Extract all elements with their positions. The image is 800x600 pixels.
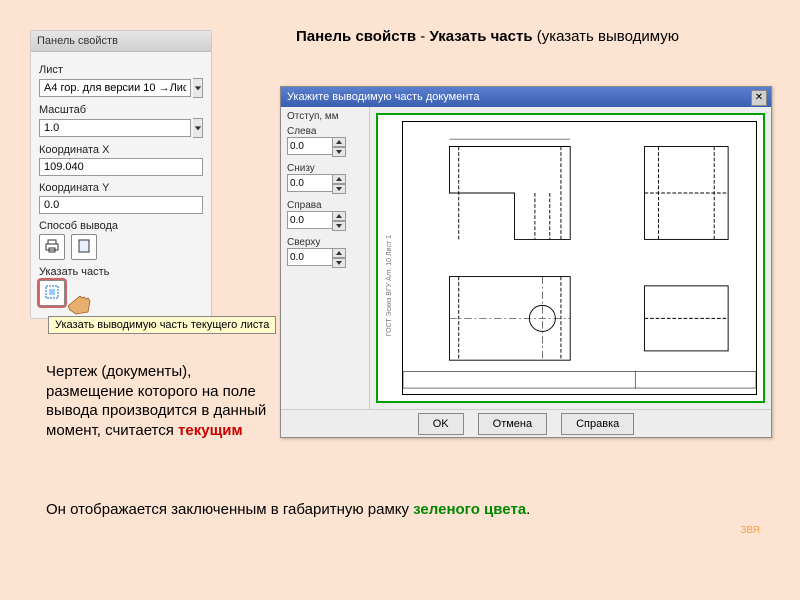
pick-part-dialog: Укажите выводимую часть документа ✕ Отст… <box>280 86 772 438</box>
label-scale: Масштаб <box>39 104 203 116</box>
sheet-dropdown-button[interactable] <box>193 78 203 98</box>
ok-button[interactable]: OK <box>418 413 464 435</box>
page-icon <box>76 238 92 257</box>
properties-panel: Панель свойств Лист Масштаб Координата X… <box>30 30 212 319</box>
scale-dropdown-button[interactable] <box>193 118 203 138</box>
margin-right-input[interactable] <box>287 211 333 229</box>
pick-part-button[interactable] <box>39 280 65 306</box>
label-sheet: Лист <box>39 64 203 76</box>
margin-right-up[interactable] <box>332 211 346 221</box>
properties-panel-title: Панель свойств <box>31 31 211 52</box>
coord-y-input[interactable] <box>39 196 203 214</box>
heading-bold2: Указать часть <box>429 28 532 45</box>
margin-top-down[interactable] <box>332 258 346 268</box>
margin-right-down[interactable] <box>332 221 346 231</box>
dialog-button-row: OK Отмена Справка <box>281 409 771 438</box>
sheet-dropdown[interactable] <box>39 79 191 97</box>
dialog-close-button[interactable]: ✕ <box>751 90 767 106</box>
margin-group-label: Отступ, мм <box>287 111 363 122</box>
margin-panel: Отступ, мм Слева Снизу Справа Сверху <box>281 107 370 409</box>
scale-input[interactable] <box>39 119 191 137</box>
output-mode-printer-button[interactable] <box>39 234 65 260</box>
label-coord-x: Координата X <box>39 144 203 156</box>
preview-area: ГОСТ Эскиз ВГУ Алт. 10 Лист 1 <box>376 113 765 403</box>
close-icon: ✕ <box>755 93 763 103</box>
margin-bottom-input[interactable] <box>287 174 333 192</box>
paragraph-green-frame: Он отображается заключенным в габаритную… <box>46 500 740 520</box>
help-button[interactable]: Справка <box>561 413 634 435</box>
heading-bold1: Панель свойств <box>296 28 416 45</box>
label-output-mode: Способ вывода <box>39 220 203 232</box>
vertical-frame-text: ГОСТ Эскиз ВГУ Алт. 10 Лист 1 <box>386 235 396 336</box>
coord-x-input[interactable] <box>39 158 203 176</box>
select-region-icon <box>44 284 60 303</box>
margin-top-up[interactable] <box>332 248 346 258</box>
cancel-button[interactable]: Отмена <box>478 413 547 435</box>
margin-left-up[interactable] <box>332 137 346 147</box>
margin-bottom-down[interactable] <box>332 184 346 194</box>
output-mode-page-button[interactable] <box>71 234 97 260</box>
label-coord-y: Координата Y <box>39 182 203 194</box>
paragraph-current-doc: Чертеж (документы), размещение которого … <box>46 362 276 440</box>
dialog-title: Укажите выводимую часть документа <box>287 91 479 103</box>
heading: Панель свойств - Указать часть (указать … <box>296 28 770 45</box>
margin-bottom-up[interactable] <box>332 174 346 184</box>
margin-left-down[interactable] <box>332 147 346 157</box>
label-margin-right: Справа <box>287 200 363 211</box>
dialog-titlebar[interactable]: Укажите выводимую часть документа ✕ <box>281 87 771 107</box>
label-pick-part: Указать часть <box>39 266 203 278</box>
printer-icon <box>44 238 60 257</box>
tooltip: Указать выводимую часть текущего листа <box>48 316 276 334</box>
label-margin-top: Сверху <box>287 237 363 248</box>
label-margin-bottom: Снизу <box>287 163 363 174</box>
sheet-frame <box>402 121 757 395</box>
margin-left-input[interactable] <box>287 137 333 155</box>
label-margin-left: Слева <box>287 126 363 137</box>
signature: ЗВЯ <box>740 525 760 536</box>
margin-top-input[interactable] <box>287 248 333 266</box>
